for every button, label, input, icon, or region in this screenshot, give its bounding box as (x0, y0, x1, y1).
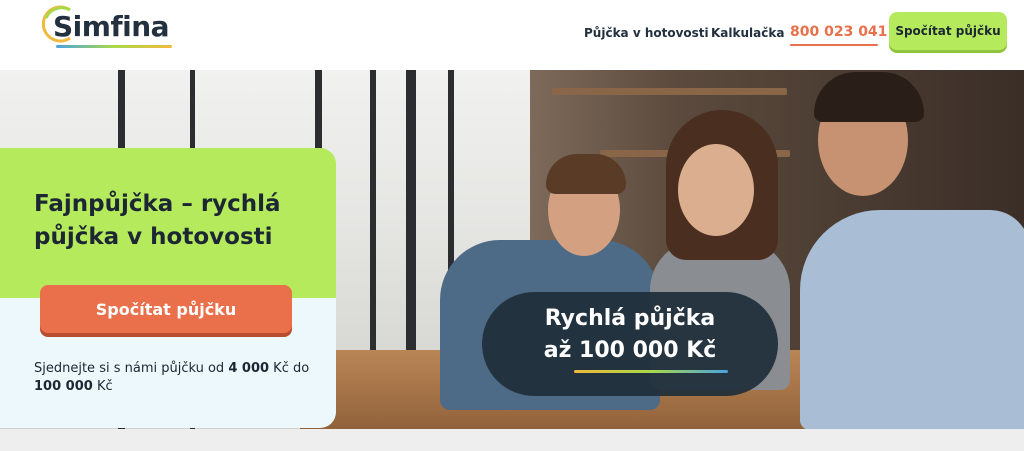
logo-underline (56, 45, 172, 48)
loan-badge: Rychlá půjčka až 100 000 Kč (482, 292, 778, 396)
hero-headline: Fajnpůjčka – rychlá půjčka v hotovosti (34, 188, 324, 254)
nav-link-cash-loan[interactable]: Půjčka v hotovosti (584, 26, 709, 40)
phone-link[interactable]: 800 023 041 (790, 24, 887, 40)
nav-link-calculator[interactable]: Kalkulačka (711, 26, 784, 40)
section-divider (0, 429, 1024, 451)
subtext-part-1: Sjednejte si s námi půjčku od (34, 361, 229, 376)
photo-advisor-right (790, 70, 1024, 429)
badge-amount: až 100 000 Kč (543, 338, 717, 363)
phone-underline (790, 44, 878, 46)
logo-text: Simfina (53, 10, 170, 43)
hero-calculate-button[interactable]: Spočítat půjčku (40, 285, 292, 333)
headline-line-2: půjčka v hotovosti (34, 224, 273, 250)
header-calculate-button[interactable]: Spočítat půjčku (889, 12, 1007, 50)
logo[interactable]: Simfina (40, 4, 180, 48)
badge-underline (574, 370, 728, 373)
subtext-min-amount: 4 000 (228, 361, 270, 376)
shelf (552, 88, 787, 95)
site-header: Simfina Půjčka v hotovosti Kalkulačka 80… (0, 0, 1024, 70)
badge-title: Rychlá půjčka (544, 306, 716, 331)
hero-subtext: Sjednejte si s námi půjčku od 4 000 Kč d… (34, 360, 324, 396)
subtext-max-amount: 100 000 (34, 379, 93, 394)
subtext-part-3: Kč (92, 379, 113, 394)
subtext-part-2: Kč do (269, 361, 310, 376)
headline-line-1: Fajnpůjčka – rychlá (34, 191, 281, 217)
